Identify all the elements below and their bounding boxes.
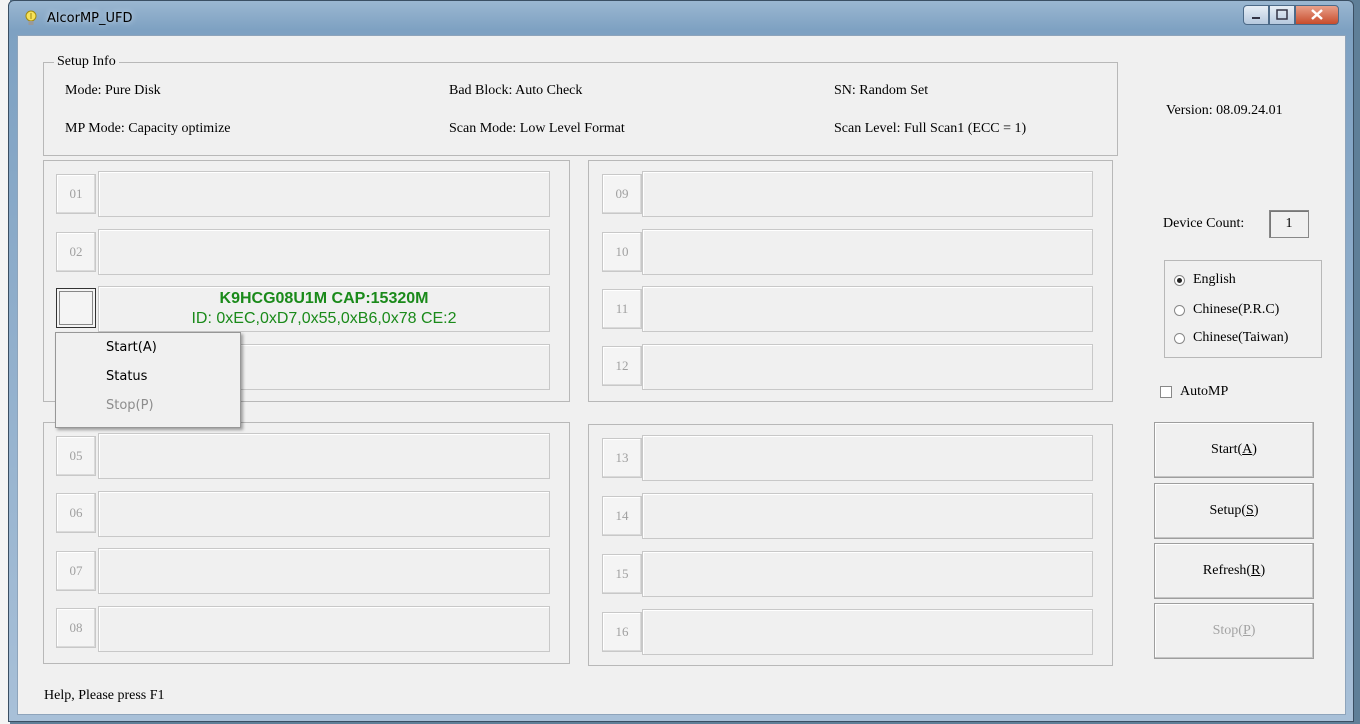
start-button-text: Start( bbox=[1211, 442, 1243, 457]
slot-button-09[interactable]: 09 bbox=[602, 174, 642, 214]
slot-button-03[interactable] bbox=[56, 288, 96, 328]
slot-status-01 bbox=[98, 171, 550, 217]
slot-button-01[interactable]: 01 bbox=[56, 174, 96, 214]
slot-button-14[interactable]: 14 bbox=[602, 496, 642, 536]
start-button-close: ) bbox=[1252, 442, 1257, 457]
close-button[interactable] bbox=[1295, 5, 1339, 25]
maximize-button[interactable] bbox=[1269, 5, 1295, 25]
bad-block-text: Bad Block: Auto Check bbox=[449, 83, 583, 98]
scan-level-text: Scan Level: Full Scan1 (ECC = 1) bbox=[834, 121, 1027, 136]
title-bar[interactable]: AlcorMP_UFD bbox=[9, 1, 1353, 35]
slot-status-10 bbox=[642, 229, 1093, 275]
slot-button-13[interactable]: 13 bbox=[602, 438, 642, 478]
slot-button-11[interactable]: 11 bbox=[602, 289, 642, 329]
setup-button-close: ) bbox=[1253, 503, 1259, 518]
minimize-button[interactable] bbox=[1243, 5, 1269, 25]
menu-item-status[interactable]: Status bbox=[56, 362, 240, 391]
setup-button[interactable]: Setup(S) bbox=[1154, 483, 1314, 539]
stop-button-close: ) bbox=[1250, 623, 1256, 638]
maximize-icon bbox=[1276, 9, 1288, 20]
stop-button-text: Stop( bbox=[1212, 623, 1243, 638]
automp-checkbox-row[interactable]: AutoMP bbox=[1160, 384, 1228, 400]
version-text: Version: 08.09.24.01 bbox=[1166, 103, 1283, 118]
setup-info-group: Setup Info Mode: Pure Disk Bad Block: Au… bbox=[43, 54, 1118, 156]
radio-chinese-taiwan-dot[interactable] bbox=[1174, 332, 1185, 344]
slot-context-menu: Start(A) Status Stop(P) bbox=[55, 332, 241, 428]
automp-checkbox[interactable] bbox=[1160, 386, 1172, 398]
setup-button-hotkey: S bbox=[1246, 503, 1254, 518]
sn-text: SN: Random Set bbox=[834, 83, 929, 98]
refresh-button-hotkey: R bbox=[1251, 563, 1261, 578]
slot-status-03: K9HCG08U1M CAP:15320M ID: 0xEC,0xD7,0x55… bbox=[98, 286, 550, 332]
radio-english-label: English bbox=[1193, 272, 1236, 287]
slot-button-02[interactable]: 02 bbox=[56, 232, 96, 272]
slot-status-16 bbox=[642, 609, 1093, 655]
radio-chinese-taiwan[interactable]: Chinese(Taiwan) bbox=[1174, 330, 1288, 346]
lightbulb-icon bbox=[25, 10, 37, 25]
refresh-button-text: Refresh( bbox=[1202, 563, 1252, 578]
radio-english-dot[interactable] bbox=[1174, 274, 1185, 286]
slot-status-08 bbox=[98, 606, 550, 652]
slot-button-08[interactable]: 08 bbox=[56, 608, 96, 648]
slot-button-16[interactable]: 16 bbox=[602, 612, 642, 652]
slot-button-05[interactable]: 05 bbox=[56, 436, 96, 476]
automp-label: AutoMP bbox=[1180, 384, 1229, 399]
status-bar-text: Help, Please press F1 bbox=[44, 688, 165, 703]
radio-chinese-prc-label: Chinese(P.R.C) bbox=[1193, 302, 1280, 317]
setup-button-text: Setup( bbox=[1209, 503, 1247, 518]
device-count-label: Device Count: bbox=[1163, 216, 1245, 231]
slot-button-12[interactable]: 12 bbox=[602, 346, 642, 386]
radio-chinese-prc-dot[interactable] bbox=[1174, 304, 1185, 316]
menu-item-stop: Stop(P) bbox=[106, 398, 154, 413]
chip-info-line1: K9HCG08U1M CAP:15320M bbox=[219, 290, 429, 307]
radio-chinese-taiwan-label: Chinese(Taiwan) bbox=[1193, 330, 1289, 345]
mp-mode-text: MP Mode: Capacity optimize bbox=[65, 121, 231, 136]
slot-status-11 bbox=[642, 286, 1093, 332]
chip-info-line2: ID: 0xEC,0xD7,0x55,0xB6,0x78 CE:2 bbox=[191, 310, 457, 327]
window-title: AlcorMP_UFD bbox=[47, 11, 133, 26]
slot-status-06 bbox=[98, 491, 550, 537]
slot-status-02 bbox=[98, 229, 550, 275]
slot-button-10[interactable]: 10 bbox=[602, 232, 642, 272]
slot-status-12 bbox=[642, 344, 1093, 390]
start-button-hotkey: A bbox=[1242, 442, 1253, 457]
radio-chinese-prc[interactable]: Chinese(P.R.C) bbox=[1174, 302, 1279, 318]
slot-button-07[interactable]: 07 bbox=[56, 551, 96, 591]
mode-text: Mode: Pure Disk bbox=[65, 83, 161, 98]
menu-item-start[interactable]: Start(A) bbox=[56, 333, 240, 362]
slot-status-13 bbox=[642, 435, 1093, 481]
slot-status-07 bbox=[98, 548, 550, 594]
slot-button-06[interactable]: 06 bbox=[56, 493, 96, 533]
slot-button-15[interactable]: 15 bbox=[602, 554, 642, 594]
radio-english[interactable]: English bbox=[1174, 272, 1236, 288]
minimize-icon bbox=[1252, 17, 1260, 19]
scan-mode-text: Scan Mode: Low Level Format bbox=[449, 121, 625, 136]
refresh-button[interactable]: Refresh(R) bbox=[1154, 543, 1314, 599]
setup-info-legend: Setup Info bbox=[54, 54, 119, 70]
slot-status-05 bbox=[98, 433, 550, 479]
start-button[interactable]: Start(A) bbox=[1154, 422, 1314, 478]
client-area: Setup Info Mode: Pure Disk Bad Block: Au… bbox=[17, 35, 1346, 715]
slot-status-09 bbox=[642, 171, 1093, 217]
stop-button-hotkey: P bbox=[1242, 623, 1251, 638]
stop-button: Stop(P) bbox=[1154, 603, 1314, 659]
app-window: AlcorMP_UFD Setup Info Mode: Pure Disk B… bbox=[8, 0, 1354, 722]
close-icon bbox=[1311, 9, 1323, 20]
window-controls bbox=[1243, 5, 1339, 25]
refresh-button-close: ) bbox=[1260, 563, 1266, 578]
slot-status-15 bbox=[642, 551, 1093, 597]
slot-status-14 bbox=[642, 493, 1093, 539]
device-count-value: 1 bbox=[1269, 210, 1309, 238]
